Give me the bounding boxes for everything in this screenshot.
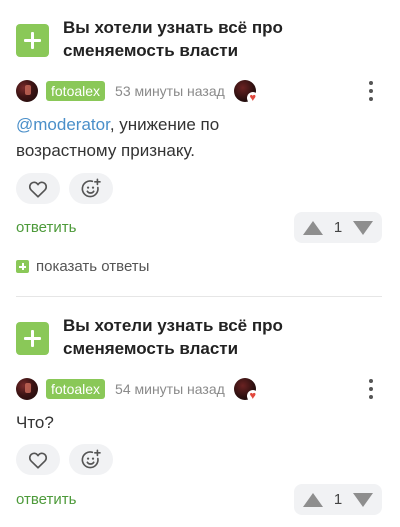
comment-text: @moderator, унижение по возрастному приз… xyxy=(16,112,316,164)
heart-outline-icon xyxy=(28,181,48,198)
show-replies-button[interactable]: показать ответы xyxy=(16,258,149,275)
downvote-arrow-icon[interactable] xyxy=(353,220,373,235)
reply-link[interactable]: ответить xyxy=(16,219,76,236)
reaction-avatar[interactable]: ♥ xyxy=(233,80,259,104)
like-button[interactable] xyxy=(16,444,60,475)
more-options-icon[interactable] xyxy=(368,81,374,101)
author-name[interactable]: fotoalex xyxy=(46,81,106,101)
heart-icon: ♥ xyxy=(246,92,259,104)
heart-outline-icon xyxy=(28,452,48,469)
upvote-arrow-icon[interactable] xyxy=(303,492,323,507)
comment-time: 54 минуты назад xyxy=(115,381,225,397)
downvote-arrow-icon[interactable] xyxy=(353,492,373,507)
expand-icon xyxy=(16,260,29,273)
plus-icon[interactable] xyxy=(16,24,49,57)
post-title[interactable]: Вы хотели узнать всё про сменяемость вла… xyxy=(63,314,303,360)
avatar[interactable] xyxy=(16,378,38,400)
vote-control: 1 xyxy=(294,484,382,515)
plus-icon[interactable] xyxy=(16,322,49,355)
comment-time: 53 минуты назад xyxy=(115,83,225,99)
emoji-add-icon xyxy=(81,178,101,197)
avatar[interactable] xyxy=(16,80,38,102)
show-replies-label: показать ответы xyxy=(36,258,150,275)
like-button[interactable] xyxy=(16,173,60,204)
post-header: Вы хотели узнать всё про сменяемость вла… xyxy=(16,314,303,360)
vote-count: 1 xyxy=(333,491,343,508)
add-reaction-button[interactable] xyxy=(69,173,113,204)
add-reaction-button[interactable] xyxy=(69,444,113,475)
post-header: Вы хотели узнать всё про сменяемость вла… xyxy=(16,16,303,62)
vote-count: 1 xyxy=(333,219,343,236)
author-name[interactable]: fotoalex xyxy=(46,379,106,399)
vote-control: 1 xyxy=(294,212,382,243)
mention-link[interactable]: @moderator xyxy=(16,115,110,134)
comment-meta: fotoalex 53 минуты назад ♥ xyxy=(16,79,259,104)
divider xyxy=(16,296,382,297)
more-options-icon[interactable] xyxy=(368,379,374,399)
comment-meta: fotoalex 54 минуты назад ♥ xyxy=(16,377,259,402)
comment-body: Что? xyxy=(16,413,54,432)
upvote-arrow-icon[interactable] xyxy=(303,220,323,235)
post-title[interactable]: Вы хотели узнать всё про сменяемость вла… xyxy=(63,16,303,62)
reply-link[interactable]: ответить xyxy=(16,491,76,508)
reaction-avatar[interactable]: ♥ xyxy=(233,378,259,402)
heart-icon: ♥ xyxy=(246,390,259,402)
emoji-add-icon xyxy=(81,449,101,468)
